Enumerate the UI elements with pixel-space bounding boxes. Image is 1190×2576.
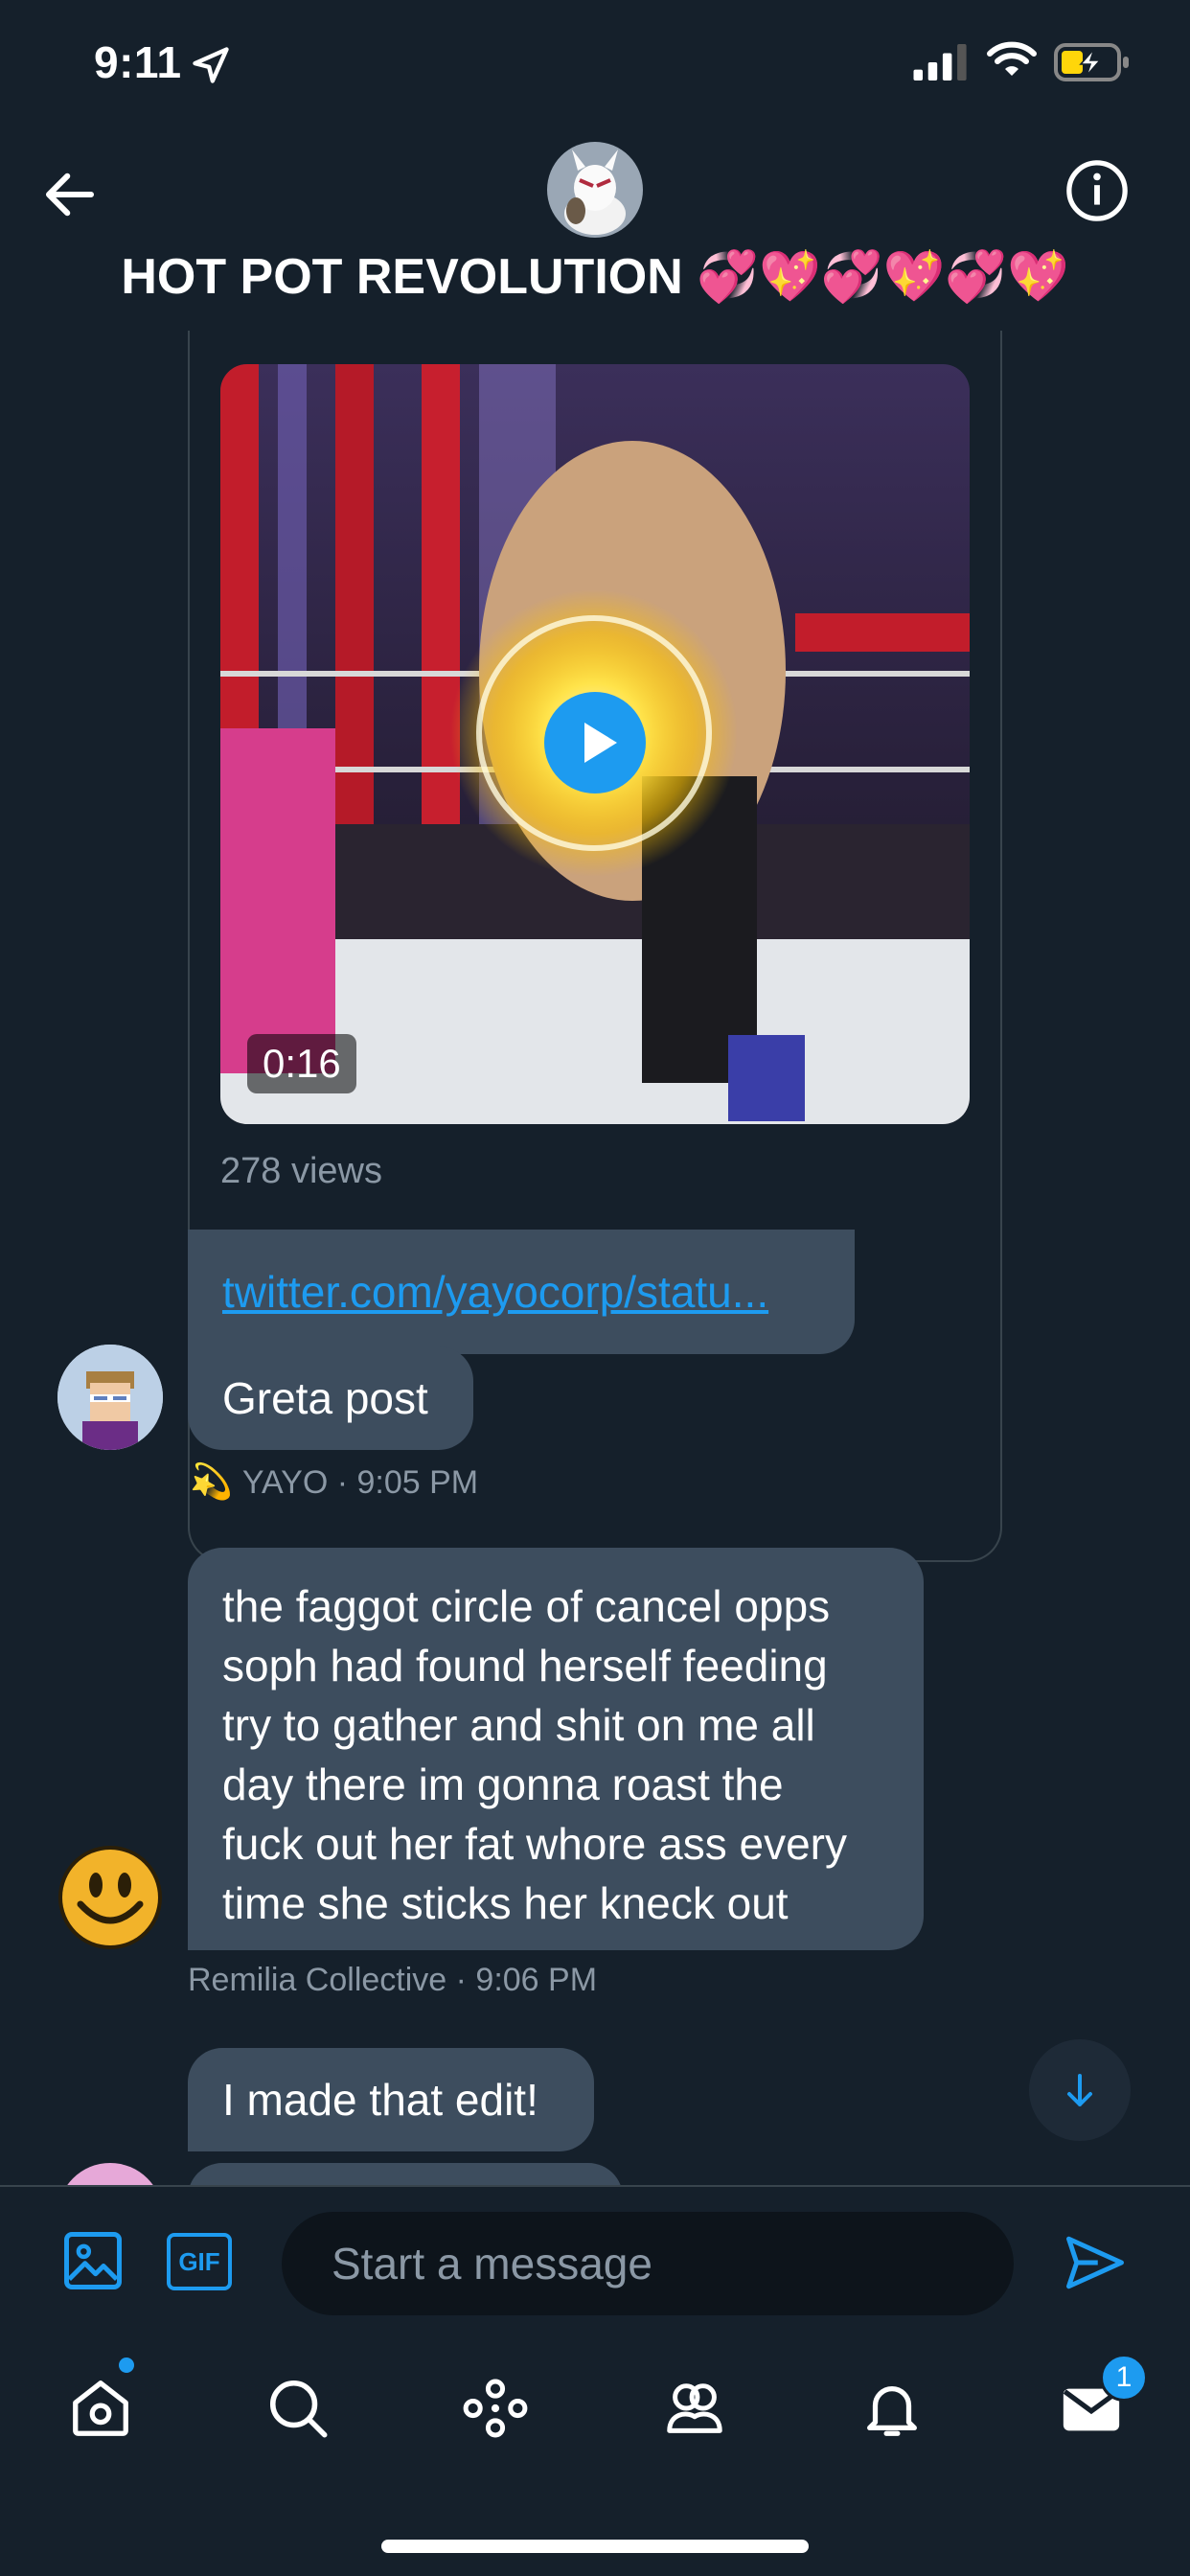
video-duration: 0:16 — [247, 1034, 356, 1093]
video-views: 278 views — [220, 1151, 382, 1191]
conversation-title: HOT POT REVOLUTION 💞💖💞💖💞💖 — [121, 249, 1069, 305]
message-line: time she sticks her kneck out — [222, 1878, 789, 1928]
search-icon[interactable] — [264, 2375, 332, 2442]
status-time: 9:11 — [94, 37, 182, 87]
send-icon[interactable] — [1064, 2231, 1127, 2294]
link-message-bubble: twitter.com/yayocorp/statu... — [188, 1230, 855, 1354]
arrow-down-icon — [1067, 2074, 1092, 2106]
conversation-header: HOT POT REVOLUTION 💞💖💞💖💞💖 — [0, 125, 1190, 331]
message-bubble-edit[interactable]: I made that edit! — [188, 2048, 594, 2151]
group-avatar[interactable] — [547, 142, 643, 238]
gif-button[interactable]: GIF — [167, 2233, 232, 2290]
image-icon[interactable] — [61, 2229, 125, 2292]
spaces-icon[interactable] — [462, 2375, 529, 2442]
wifi-icon — [987, 41, 1037, 76]
cellular-signal-icon — [913, 44, 967, 80]
message-bubble-partial[interactable] — [188, 2163, 623, 2185]
message-line: try to gather and shit on me all — [222, 1700, 815, 1750]
message-list[interactable]: 0:16 278 views twitter.com/yayocorp/stat… — [0, 331, 1190, 2185]
message-bubble-greta[interactable]: Greta post — [188, 1346, 473, 1450]
avatar-remilia-collective[interactable] — [57, 1845, 163, 1950]
messages-badge: 1 — [1100, 2354, 1148, 2402]
status-bar: 9:11 — [0, 0, 1190, 125]
dm-conversation-screen: 9:11 HOT POT REVOLUTION 💞💖💞💖💞💖 0:16 278 … — [0, 0, 1190, 2576]
tweet-link[interactable]: twitter.com/yayocorp/statu... — [222, 1262, 768, 1322]
message-meta-yayo: 💫 YAYO · 9:05 PM — [190, 1461, 478, 1502]
avatar-yayo[interactable] — [57, 1345, 163, 1450]
sender-name: YAYO — [241, 1464, 329, 1501]
play-button[interactable] — [544, 692, 646, 794]
scroll-to-bottom-button[interactable] — [1029, 2039, 1131, 2141]
back-arrow-icon[interactable] — [38, 163, 102, 226]
info-icon[interactable] — [1064, 157, 1131, 224]
message-line: day there im gonna roast the — [222, 1760, 784, 1809]
notifications-bell-icon[interactable] — [858, 2375, 926, 2442]
message-meta-remilia: Remilia Collective · 9:06 PM — [188, 1962, 598, 1998]
play-icon — [584, 723, 617, 763]
location-arrow-icon — [193, 47, 229, 83]
avatar-user[interactable] — [57, 2163, 163, 2185]
bottom-tab-bar: 1 — [0, 2338, 1190, 2576]
message-line: the faggot circle of cancel opps — [222, 1581, 831, 1631]
home-notification-dot — [119, 2358, 134, 2373]
message-time: · 9:05 PM — [336, 1464, 479, 1501]
message-input[interactable]: Start a message — [282, 2212, 1014, 2315]
communities-icon[interactable] — [661, 2375, 728, 2442]
message-composer: GIF Start a message — [0, 2185, 1190, 2338]
message-bubble-long[interactable]: the faggot circle of cancel opps soph ha… — [188, 1548, 924, 1950]
message-line: soph had found herself feeding — [222, 1641, 828, 1690]
dizzy-emoji: 💫 — [190, 1461, 233, 1501]
battery-charging-icon — [1054, 43, 1129, 81]
home-indicator[interactable] — [381, 2540, 809, 2553]
home-icon[interactable] — [67, 2375, 134, 2442]
message-line: fuck out her fat whore ass every — [222, 1819, 847, 1869]
